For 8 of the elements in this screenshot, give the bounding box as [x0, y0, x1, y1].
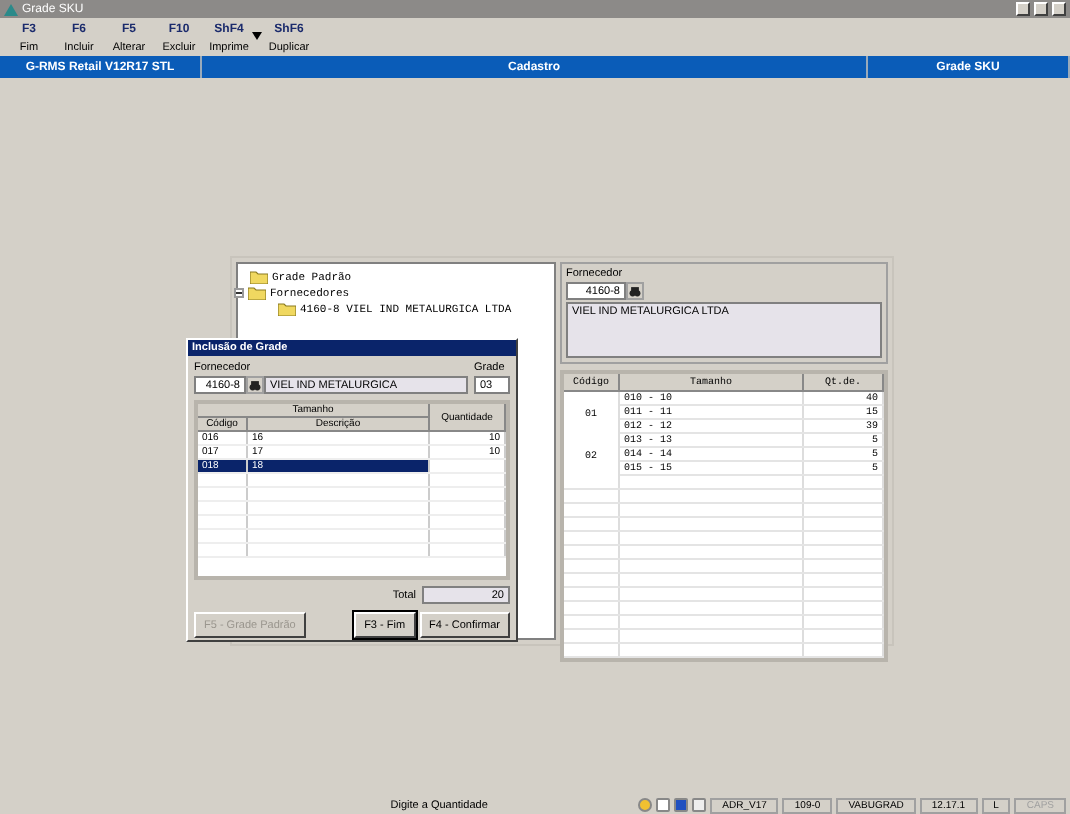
minimize-button[interactable] — [1016, 2, 1030, 16]
binoculars-icon[interactable] — [626, 282, 644, 300]
caret-icon[interactable] — [252, 32, 262, 40]
app-icon — [4, 3, 18, 15]
restore-button[interactable] — [1034, 2, 1048, 16]
close-button[interactable] — [1052, 2, 1066, 16]
binoculars-icon[interactable] — [246, 376, 264, 394]
collapse-icon[interactable] — [234, 288, 244, 298]
